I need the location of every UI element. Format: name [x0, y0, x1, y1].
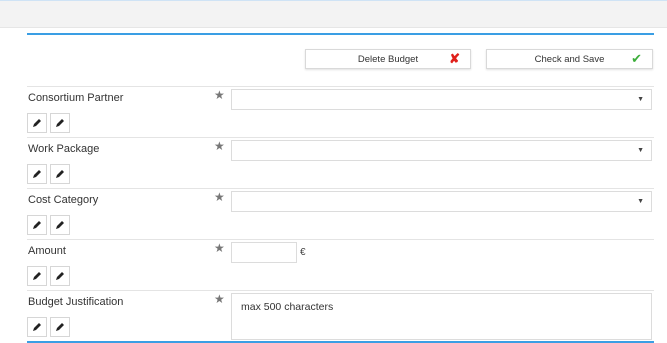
- star-icon: ★: [214, 139, 225, 153]
- chevron-down-icon: ▼: [637, 96, 644, 103]
- star-icon: ★: [214, 190, 225, 204]
- chevron-down-icon: ▼: [637, 147, 644, 154]
- pencil-icon[interactable]: [50, 113, 70, 133]
- section-divider: [27, 33, 654, 35]
- pencil-icon[interactable]: [50, 164, 70, 184]
- pencil-icon[interactable]: [27, 113, 47, 133]
- star-icon: ★: [214, 241, 225, 255]
- star-icon: ★: [214, 292, 225, 306]
- budget-justification-textarea[interactable]: max 500 characters: [231, 293, 652, 340]
- work-package-row: Work Package ★ ▼: [27, 137, 654, 187]
- amount-input[interactable]: [231, 242, 297, 263]
- pencil-icon[interactable]: [27, 317, 47, 337]
- delete-budget-button[interactable]: Delete Budget ✘: [305, 49, 471, 69]
- consortium-partner-row: Consortium Partner ★ ▼: [27, 86, 654, 136]
- consortium-partner-label: Consortium Partner: [28, 92, 124, 104]
- delete-budget-label: Delete Budget: [357, 54, 419, 65]
- star-icon: ★: [214, 88, 225, 102]
- work-package-select[interactable]: ▼: [231, 140, 652, 161]
- check-and-save-label: Check and Save: [534, 54, 605, 65]
- budget-justification-placeholder: max 500 characters: [241, 301, 334, 313]
- chevron-down-icon: ▼: [637, 198, 644, 205]
- checkmark-icon: ✔: [631, 51, 642, 66]
- pencil-icon[interactable]: [27, 164, 47, 184]
- consortium-partner-select[interactable]: ▼: [231, 89, 652, 110]
- pencil-icon[interactable]: [27, 266, 47, 286]
- budget-justification-label: Budget Justification: [28, 296, 124, 308]
- top-toolbar-strip: [0, 0, 667, 28]
- cost-category-select[interactable]: ▼: [231, 191, 652, 212]
- pencil-icon[interactable]: [50, 266, 70, 286]
- cost-category-label: Cost Category: [28, 194, 99, 206]
- work-package-label: Work Package: [28, 143, 100, 155]
- budget-justification-row: Budget Justification ★ max 500 character…: [27, 290, 654, 340]
- pencil-icon[interactable]: [50, 215, 70, 235]
- pencil-icon[interactable]: [27, 215, 47, 235]
- amount-label: Amount: [28, 245, 66, 257]
- euro-currency-label: €: [300, 247, 306, 258]
- cost-category-row: Cost Category ★ ▼: [27, 188, 654, 238]
- check-and-save-button[interactable]: Check and Save ✔: [486, 49, 653, 69]
- pencil-icon[interactable]: [50, 317, 70, 337]
- x-mark-icon: ✘: [449, 51, 460, 66]
- amount-row: Amount ★ €: [27, 239, 654, 289]
